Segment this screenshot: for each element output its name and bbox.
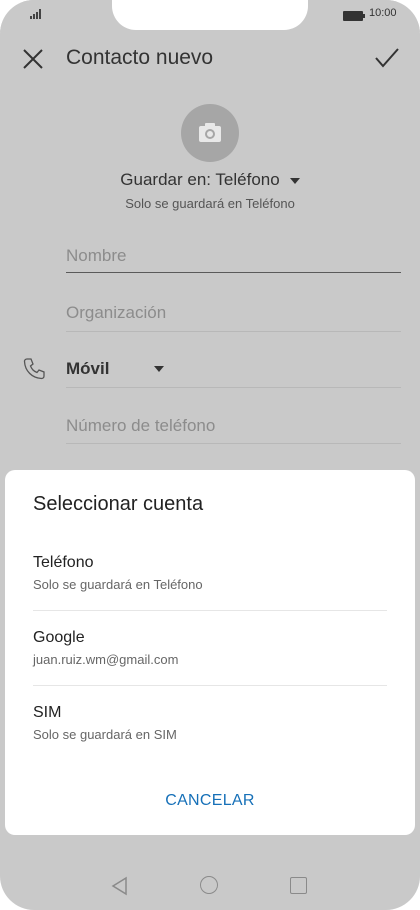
contact-photo-button[interactable]	[181, 104, 239, 162]
status-time: 10:00	[369, 7, 397, 19]
app-bar: Contacto nuevo	[0, 32, 420, 88]
name-field[interactable]: Nombre	[66, 246, 401, 266]
camera-notch	[112, 0, 308, 30]
phone-type-underline	[66, 387, 401, 388]
phone-type-selector[interactable]: Móvil	[66, 359, 109, 379]
status-bar: 10:00	[0, 0, 420, 32]
account-option-label: Google	[33, 629, 85, 646]
battery-icon	[343, 11, 365, 21]
save-location-note: Solo se guardará en Teléfono	[125, 196, 295, 211]
cancel-button[interactable]: CANCELAR	[5, 792, 415, 810]
check-icon[interactable]	[374, 46, 400, 70]
account-option-sim[interactable]: SIM Solo se guardará en SIM	[33, 704, 387, 742]
save-location-selector[interactable]: Guardar en: Teléfono	[0, 170, 420, 190]
phone-screen: 10:00 Contacto nuevo Guardar en: Teléfon…	[0, 0, 420, 910]
select-account-dialog: Seleccionar cuenta Teléfono Solo se guar…	[5, 470, 415, 835]
dialog-title: Seleccionar cuenta	[33, 493, 204, 515]
account-option-detail: Solo se guardará en Teléfono	[33, 577, 203, 592]
account-option-google[interactable]: Google juan.ruiz.wm@gmail.com	[33, 629, 387, 667]
navigation-bar	[0, 860, 420, 910]
phone-number-field[interactable]: Número de teléfono	[66, 416, 401, 436]
camera-icon	[199, 123, 221, 142]
option-divider	[33, 610, 387, 611]
organization-field-underline	[66, 331, 401, 332]
dropdown-caret-icon	[289, 177, 300, 184]
account-option-detail: juan.ruiz.wm@gmail.com	[33, 652, 179, 667]
back-icon[interactable]	[110, 876, 130, 896]
home-icon[interactable]	[200, 876, 218, 894]
recent-apps-icon[interactable]	[290, 877, 307, 894]
organization-field[interactable]: Organización	[66, 303, 401, 323]
account-option-label: Teléfono	[33, 554, 94, 571]
name-field-underline	[66, 272, 401, 273]
page-title: Contacto nuevo	[66, 46, 214, 69]
account-option-phone[interactable]: Teléfono Solo se guardará en Teléfono	[33, 554, 387, 592]
account-option-label: SIM	[33, 704, 62, 721]
signal-icon	[30, 9, 42, 19]
phone-icon	[23, 358, 45, 380]
save-location-label: Guardar en: Teléfono	[120, 170, 280, 189]
phone-number-underline	[66, 443, 401, 444]
phone-type-caret-icon	[154, 366, 164, 372]
close-icon[interactable]	[22, 48, 44, 70]
option-divider	[33, 685, 387, 686]
account-option-detail: Solo se guardará en SIM	[33, 727, 177, 742]
